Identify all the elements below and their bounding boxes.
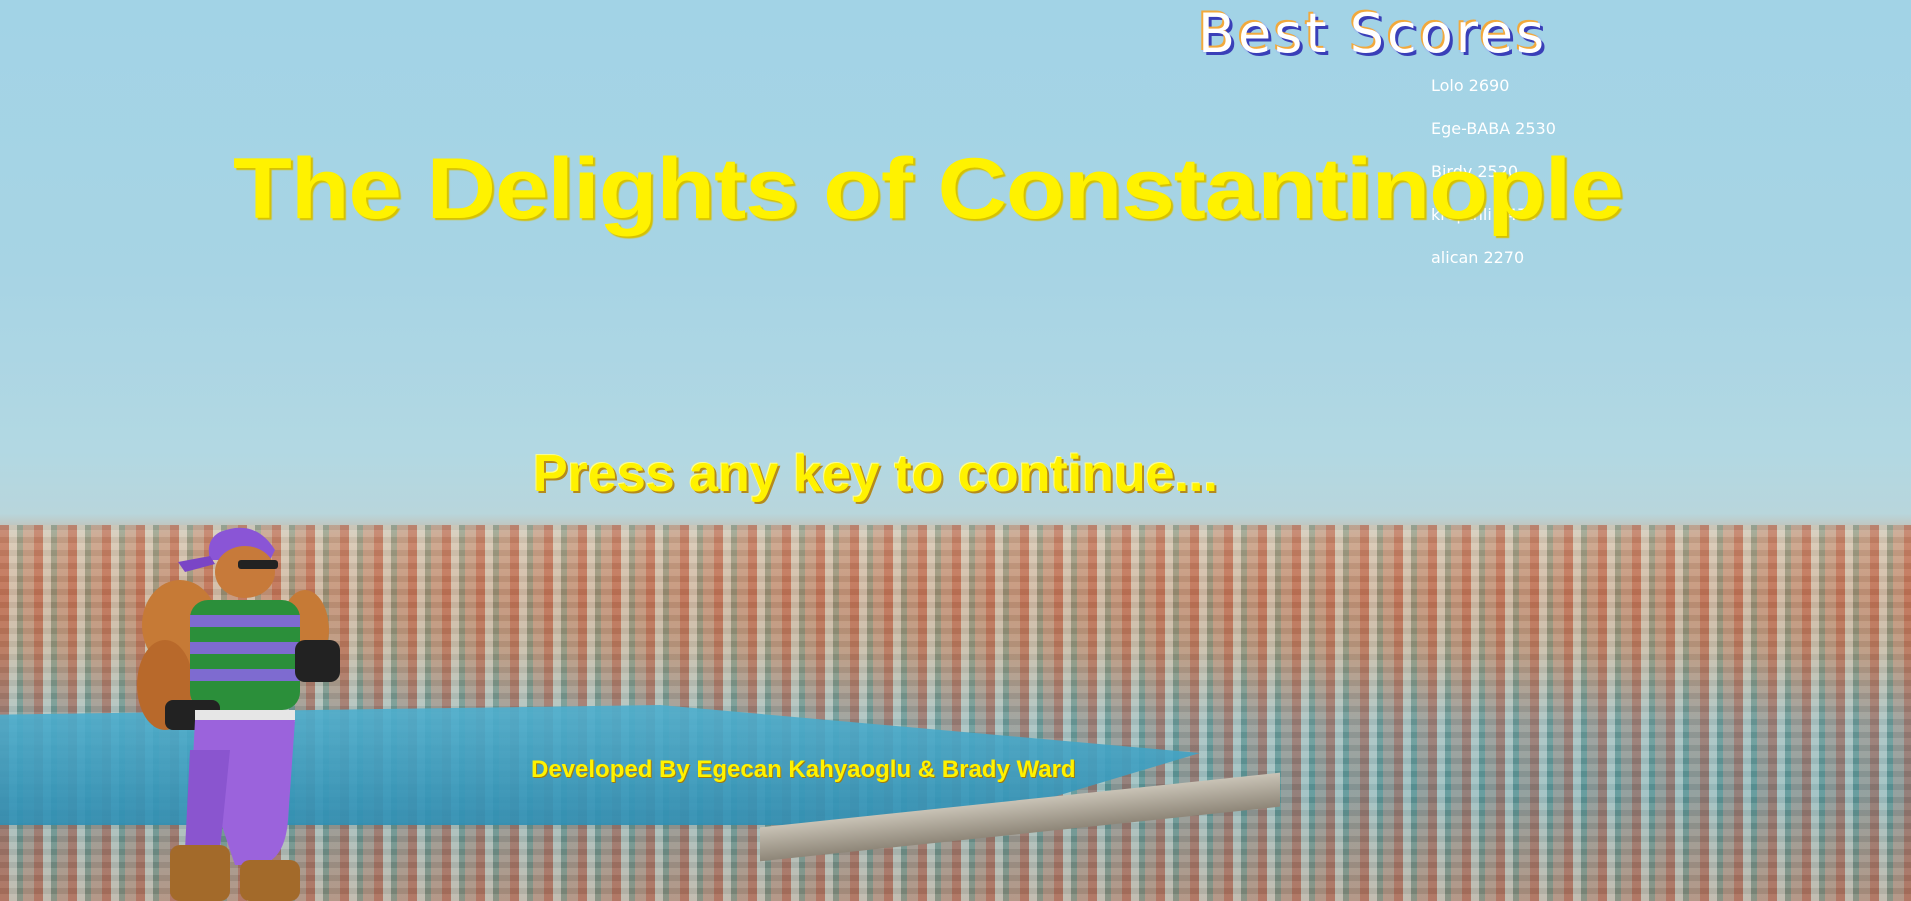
credits-text: Developed By Egecan Kahyaoglu & Brady Wa… <box>531 756 1076 783</box>
player-name: Lolo <box>1431 76 1464 95</box>
title-screen[interactable]: Best Scores Lolo 2690 Ege-BABA 2530 Birdy 2… <box>0 0 1911 901</box>
press-any-key-prompt[interactable]: Press any key to continue... <box>533 444 1218 504</box>
player-name: Ege-BABA <box>1431 119 1511 138</box>
best-scores-heading: Best Scores <box>1198 2 1548 65</box>
fighter-character-sprite <box>137 527 340 901</box>
player-score: 2530 <box>1515 119 1556 138</box>
score-row: Lolo 2690 <box>1431 76 1561 119</box>
game-title: The Delights of Constantinople <box>233 141 1624 237</box>
score-row: alican 2270 <box>1431 248 1561 291</box>
player-name: alican <box>1431 248 1479 267</box>
player-score: 2690 <box>1468 76 1510 95</box>
player-score: 2270 <box>1483 248 1525 267</box>
